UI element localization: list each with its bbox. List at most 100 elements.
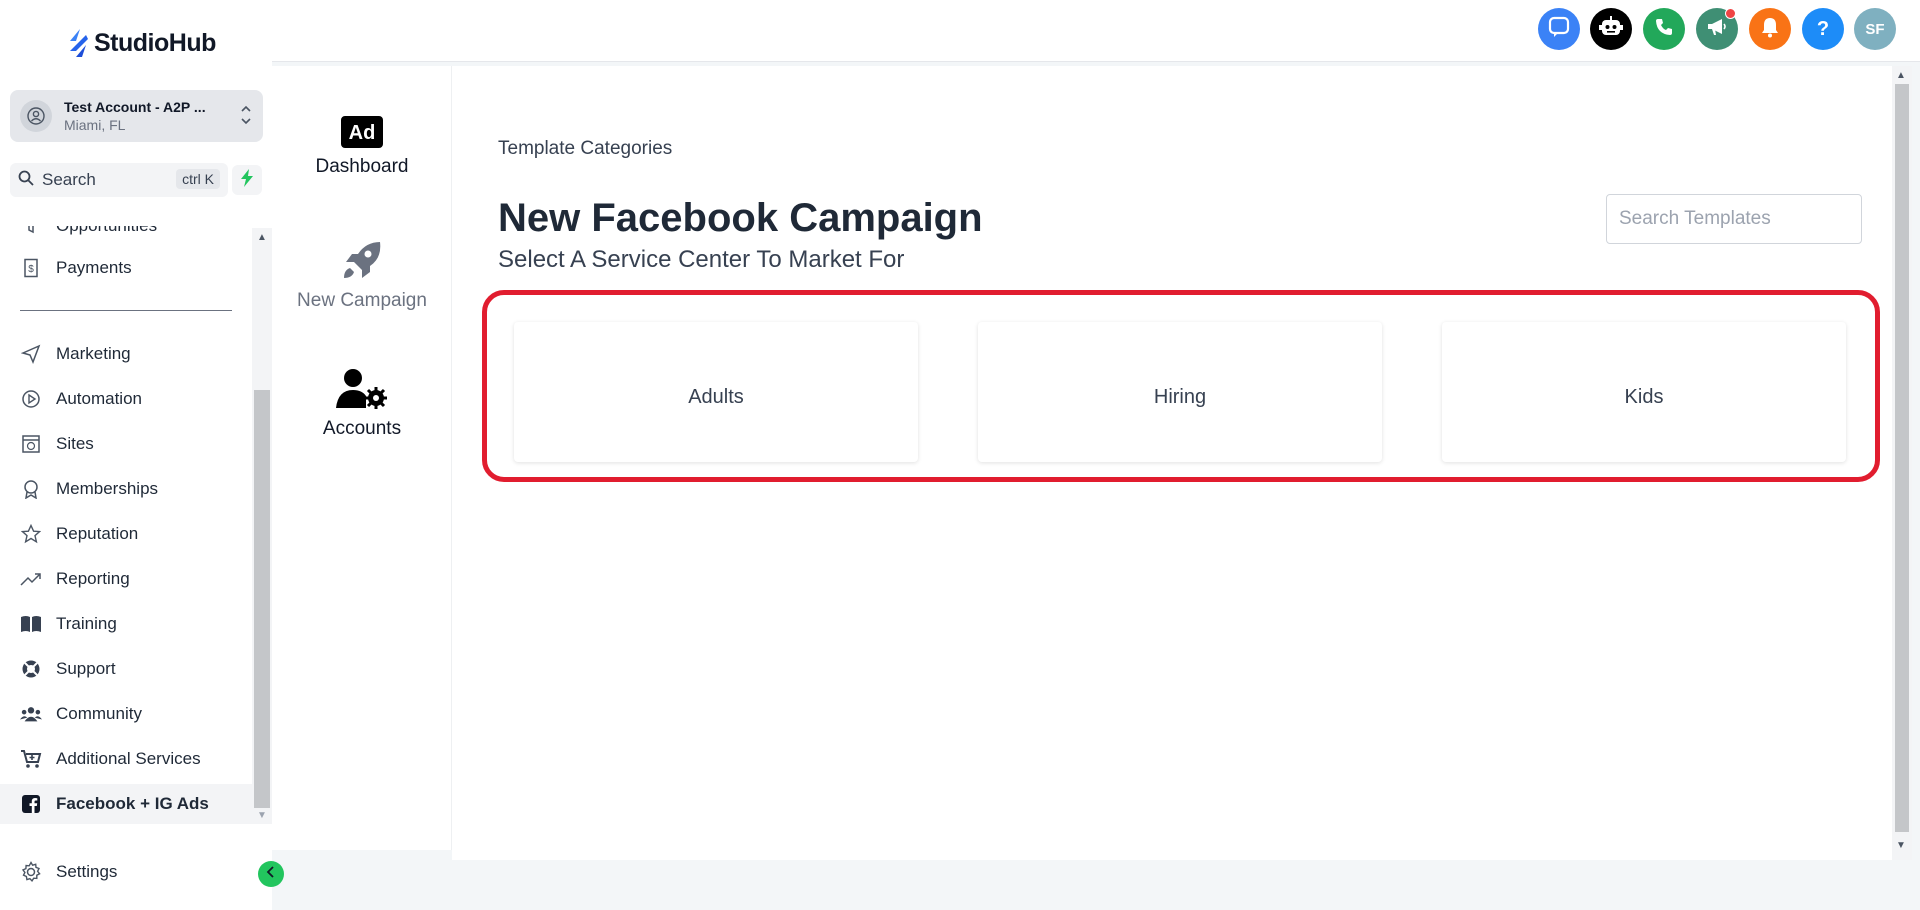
help-icon: ?	[1816, 17, 1830, 40]
sidebar-item-automation[interactable]: Automation	[0, 379, 252, 419]
campaign-nav: Ad Dashboard New Campaign Accounts	[272, 66, 452, 850]
notification-dot	[1725, 8, 1736, 19]
campaign-nav-dashboard[interactable]: Ad Dashboard	[272, 116, 452, 178]
invoice-icon: $	[20, 257, 42, 279]
sidebar-item-training[interactable]: Training	[0, 604, 252, 644]
search-icon	[18, 170, 34, 191]
category-card-adults[interactable]: Adults	[514, 322, 918, 462]
sidebar-item-label: Marketing	[56, 344, 131, 363]
svg-text:$: $	[28, 264, 34, 275]
settings-label: Settings	[56, 862, 118, 881]
sidebar-item-label: Support	[56, 659, 116, 678]
sidebar-item-reputation[interactable]: Reputation	[0, 514, 252, 554]
main-scrollbar-thumb[interactable]	[1895, 84, 1909, 832]
funnel-icon	[20, 226, 42, 237]
avatar-initials: SF	[1865, 20, 1885, 38]
category-card-kids[interactable]: Kids	[1442, 322, 1846, 462]
sidebar: StudioHub Test Account - A2P ... Miami, …	[0, 0, 284, 910]
search-label: Search	[42, 170, 96, 189]
category-card-hiring[interactable]: Hiring	[978, 322, 1382, 462]
chat-icon	[1548, 16, 1570, 43]
notifications-button[interactable]	[1749, 8, 1791, 50]
sidebar-item-reporting[interactable]: Reporting	[0, 559, 252, 599]
category-card-label: Kids	[1624, 385, 1664, 408]
bell-icon	[1760, 16, 1780, 43]
scroll-up-icon[interactable]: ▲	[1896, 70, 1906, 81]
scroll-down-icon[interactable]: ▼	[1896, 840, 1906, 851]
phone-button[interactable]	[1643, 8, 1685, 50]
sidebar-item-label: Payments	[56, 258, 132, 277]
sidebar-item-label: Reporting	[56, 569, 130, 588]
lifebuoy-icon	[20, 658, 42, 680]
sidebar-item-community[interactable]: Community	[0, 694, 252, 734]
help-button[interactable]: ?	[1802, 8, 1844, 50]
campaign-nav-accounts[interactable]: Accounts	[272, 368, 452, 440]
ai-bot-button[interactable]	[1590, 8, 1632, 50]
automation-icon	[20, 388, 42, 410]
campaign-nav-new-campaign[interactable]: New Campaign	[272, 240, 452, 312]
sidebar-item-label: Automation	[56, 389, 142, 408]
badge-icon	[20, 478, 42, 500]
campaign-nav-label: Dashboard	[315, 156, 409, 177]
bot-icon	[1598, 14, 1624, 45]
facebook-icon	[20, 793, 42, 815]
user-gear-icon	[272, 368, 452, 410]
studiohub-logo-icon	[66, 27, 90, 59]
sidebar-item-label: Community	[56, 704, 142, 723]
cart-icon	[20, 748, 42, 770]
sidebar-item-support[interactable]: Support	[0, 649, 252, 689]
send-icon	[20, 343, 42, 365]
gear-icon	[20, 861, 42, 883]
bolt-icon	[240, 168, 254, 192]
quick-action-button[interactable]	[232, 165, 262, 195]
ad-icon: Ad	[272, 116, 452, 148]
sidebar-item-label: Sites	[56, 434, 94, 453]
phone-icon	[1654, 17, 1674, 42]
brand-name: StudioHub	[94, 28, 216, 57]
account-location: Miami, FL	[64, 117, 126, 133]
account-avatar-icon	[20, 100, 52, 132]
chevron-updown-icon	[239, 102, 253, 133]
account-name: Test Account - A2P ...	[64, 99, 206, 115]
campaign-nav-label: New Campaign	[297, 290, 427, 311]
svg-text:Ad: Ad	[349, 122, 376, 144]
nav-divider	[20, 310, 232, 311]
sidebar-item-additional-services[interactable]: Additional Services	[0, 739, 252, 779]
campaign-nav-label: Accounts	[322, 418, 402, 439]
main-content: Template Categories New Facebook Campaig…	[452, 66, 1892, 860]
chat-button[interactable]	[1538, 8, 1580, 50]
sidebar-scrollbar-thumb[interactable]	[254, 390, 270, 808]
sidebar-item-sites[interactable]: Sites	[0, 424, 252, 464]
users-icon	[20, 703, 42, 725]
breadcrumb[interactable]: Template Categories	[498, 138, 672, 160]
globe-window-icon	[20, 433, 42, 455]
sidebar-item-settings[interactable]: Settings	[0, 852, 252, 892]
account-switcher[interactable]: Test Account - A2P ... Miami, FL	[10, 90, 263, 142]
sidebar-item-opportunities[interactable]: Opportunities	[0, 226, 252, 246]
chevron-left-icon	[266, 865, 276, 883]
sidebar-item-payments[interactable]: $ Payments	[0, 248, 252, 288]
sidebar-item-label: Memberships	[56, 479, 159, 498]
category-card-label: Hiring	[1153, 385, 1207, 408]
brand-logo[interactable]: StudioHub	[66, 27, 216, 59]
sidebar-item-marketing[interactable]: Marketing	[0, 334, 252, 374]
sidebar-nav: Opportunities $ Payments Marketing Autom…	[0, 226, 252, 826]
search-templates-input[interactable]	[1606, 194, 1862, 244]
book-icon	[20, 613, 42, 635]
sidebar-item-label: Additional Services	[56, 749, 201, 768]
user-avatar[interactable]: SF	[1854, 8, 1896, 50]
sidebar-item-label: Facebook + IG Ads	[56, 794, 209, 813]
search-shortcut: ctrl K	[176, 169, 220, 189]
collapse-sidebar-button[interactable]	[258, 861, 284, 887]
page-subtitle: Select A Service Center To Market For	[498, 246, 905, 273]
megaphone-icon	[1706, 17, 1728, 42]
sidebar-item-label: Opportunities	[56, 226, 157, 236]
sidebar-search[interactable]: Search ctrl K	[10, 163, 228, 197]
scroll-down-icon[interactable]: ▼	[257, 810, 267, 821]
scroll-up-icon[interactable]: ▲	[257, 232, 267, 243]
sidebar-item-facebook-ig-ads[interactable]: Facebook + IG Ads	[0, 784, 252, 824]
announcements-button[interactable]	[1696, 8, 1738, 50]
sidebar-item-label: Training	[56, 614, 117, 633]
trend-icon	[20, 568, 42, 590]
sidebar-item-memberships[interactable]: Memberships	[0, 469, 252, 509]
